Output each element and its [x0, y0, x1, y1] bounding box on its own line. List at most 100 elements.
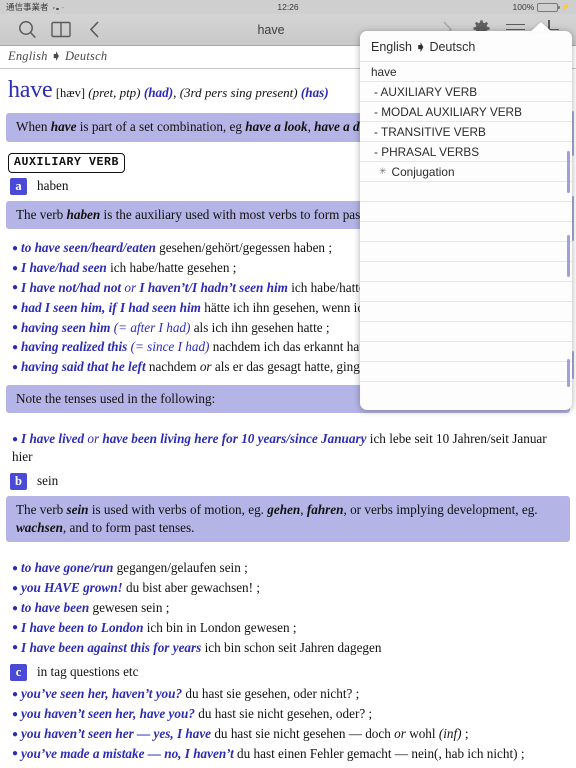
book-open-icon[interactable] — [44, 15, 78, 45]
status-bar-clock: 12:26 — [277, 2, 299, 12]
popover-item-modal-auxiliary-verb[interactable]: - MODAL AUXILIARY VERB — [360, 102, 572, 122]
search-icon[interactable] — [10, 15, 44, 45]
sense-badge-a[interactable]: a — [10, 177, 27, 195]
popover-item-blank[interactable] — [360, 282, 572, 302]
note-top-d: have a look — [245, 119, 308, 135]
example-de: gewesen sein ; — [92, 600, 170, 616]
example-de: ich bin in London gewesen ; — [146, 619, 297, 635]
example-de: ich lebe seit 10 Jahren/seit — [369, 431, 509, 447]
note-top-c: is part of a set combination, eg — [79, 119, 242, 135]
popover-item-label: Conjugation — [391, 164, 455, 179]
section-label-auxiliary-verb: AUXILIARY VERB — [8, 152, 126, 173]
bullet-icon: ● — [12, 341, 19, 353]
arrow-right-icon: ➧ — [415, 40, 426, 54]
list-item: ● you haven’t seen her, have you? du hast… — [12, 704, 568, 724]
example-en: having said that he left — [21, 359, 146, 375]
list-item: ● you haven’t seen her — yes, I have du h… — [12, 724, 568, 744]
example-en: you HAVE grown! — [21, 580, 123, 596]
example-de: nachdem — [148, 359, 197, 375]
example-en: you haven’t seen her — yes, I have — [21, 726, 212, 742]
inflection-has[interactable]: (has) — [301, 85, 329, 100]
example-connector: or — [124, 279, 137, 295]
grammar-note-2: (3rd pers sing present) — [179, 84, 298, 100]
status-bar: 通信事業者 12:26 100% ⚡ — [0, 0, 576, 14]
popover-item-blank[interactable] — [360, 202, 572, 222]
list-item: ● I have been against this for years ich … — [12, 637, 568, 657]
bullet-icon: ● — [12, 242, 19, 254]
popover-item-blank[interactable] — [360, 322, 572, 342]
note-top-e: , — [307, 119, 311, 135]
popover-item-have[interactable]: have — [360, 62, 572, 82]
asterisk-icon: ✳ — [379, 166, 387, 176]
example-en: you’ve made a mistake — no, I haven’t — [21, 745, 234, 761]
list-item: ● I have lived or have been living here f… — [12, 429, 568, 466]
popover-item-conjugation[interactable]: ✳ Conjugation — [360, 162, 572, 182]
popover-item-transitive-verb[interactable]: - TRANSITIVE VERB — [360, 122, 572, 142]
bullet-icon: ● — [12, 361, 19, 373]
box-a-2: haben — [66, 206, 101, 222]
bullet-icon: ● — [12, 282, 19, 294]
popover-item-label: - AUXILIARY VERB — [374, 84, 478, 99]
bullet-icon: ● — [12, 302, 19, 314]
sense-badge-c[interactable]: c — [10, 664, 27, 682]
example-de: als ich ihn gesehen hatte ; — [193, 319, 330, 335]
example-de: du hast sie nicht gesehen, oder? ; — [198, 706, 373, 722]
sense-b: b sein — [0, 470, 576, 492]
sense-c: c in tag questions etc — [0, 661, 576, 683]
example-connector: or — [394, 726, 406, 742]
popover-item-blank[interactable] — [360, 262, 572, 282]
note-top-a: When — [16, 119, 48, 135]
list-item: ●you’ve dropped your book — so I have di… — [12, 763, 568, 768]
popover-item-blank[interactable] — [360, 222, 572, 242]
back-button[interactable] — [78, 15, 112, 45]
popover-item-blank[interactable] — [360, 242, 572, 262]
example-gloss: (= after I had) — [113, 319, 191, 335]
popover-scrollbar-3[interactable] — [567, 359, 570, 387]
list-item: ● you’ve made a mistake — no, I haven’t d… — [12, 744, 568, 764]
example-list-b: ● to have gone/run gegangen/gelaufen sein… — [0, 553, 576, 661]
note-tenses-text: Note the tenses used in the following: — [16, 390, 216, 406]
example-en: I have been to London — [21, 619, 144, 635]
example-connector: or — [199, 359, 212, 375]
sense-a-label: haben — [37, 177, 69, 193]
example-en-alt: I haven’t/I hadn’t seen him — [139, 279, 288, 295]
example-list-c: ● you’ve seen her, haven’t you? du hast s… — [0, 683, 576, 768]
example-en-alt: have been living here for 10 years/since… — [102, 431, 367, 447]
usage-note-sein: The verb sein is used with verbs of moti… — [6, 496, 570, 543]
popover-item-label: - MODAL AUXILIARY VERB — [374, 104, 522, 119]
popover-item-label: - TRANSITIVE VERB — [374, 124, 486, 139]
popover-item-blank[interactable] — [360, 302, 572, 322]
example-register: (inf) — [438, 726, 462, 742]
example-de: du hast einen Fehler gemacht — nein(, ha… — [237, 745, 525, 761]
popover-item-blank[interactable] — [360, 362, 572, 382]
example-en: you haven’t seen her, have you? — [21, 706, 195, 722]
popover-item-phrasal-verbs[interactable]: - PHRASAL VERBS — [360, 142, 572, 162]
box-b-2: sein — [66, 502, 89, 518]
sense-badge-b[interactable]: b — [10, 473, 27, 491]
bullet-icon: ● — [12, 262, 19, 274]
popover-item-blank[interactable] — [360, 182, 572, 202]
example-en: I have/had seen — [21, 260, 107, 276]
box-b-8: wachsen — [16, 519, 63, 535]
popover-lang-target: Deutsch — [429, 40, 476, 54]
list-item: ● to have gone/run gegangen/gelaufen sein… — [12, 558, 568, 578]
example-en: having realized this — [21, 339, 128, 355]
inflection-had[interactable]: (had) — [144, 85, 173, 100]
sense-b-label: sein — [37, 473, 59, 489]
battery-icon — [537, 2, 561, 12]
box-b-7: , or verbs implying development, eg. — [343, 502, 538, 518]
example-en: to have gone/run — [21, 560, 114, 576]
example-en: to have been — [21, 600, 90, 616]
grammar-note-1: (pret, ptp) — [88, 84, 141, 100]
example-en: had I seen him, if I had seen him — [21, 299, 201, 315]
popover-scrollbar-1[interactable] — [567, 151, 570, 193]
entry-lang-source: English — [8, 49, 48, 63]
example-de-2: wohl — [409, 726, 436, 742]
box-b-5: , — [300, 502, 304, 518]
bullet-icon: ● — [12, 728, 19, 740]
popover-scrollbar-2[interactable] — [567, 235, 570, 277]
popover-item-blank[interactable] — [360, 342, 572, 362]
popover-item-auxiliary-verb[interactable]: - AUXILIARY VERB — [360, 82, 572, 102]
bullet-icon: ● — [12, 602, 19, 614]
